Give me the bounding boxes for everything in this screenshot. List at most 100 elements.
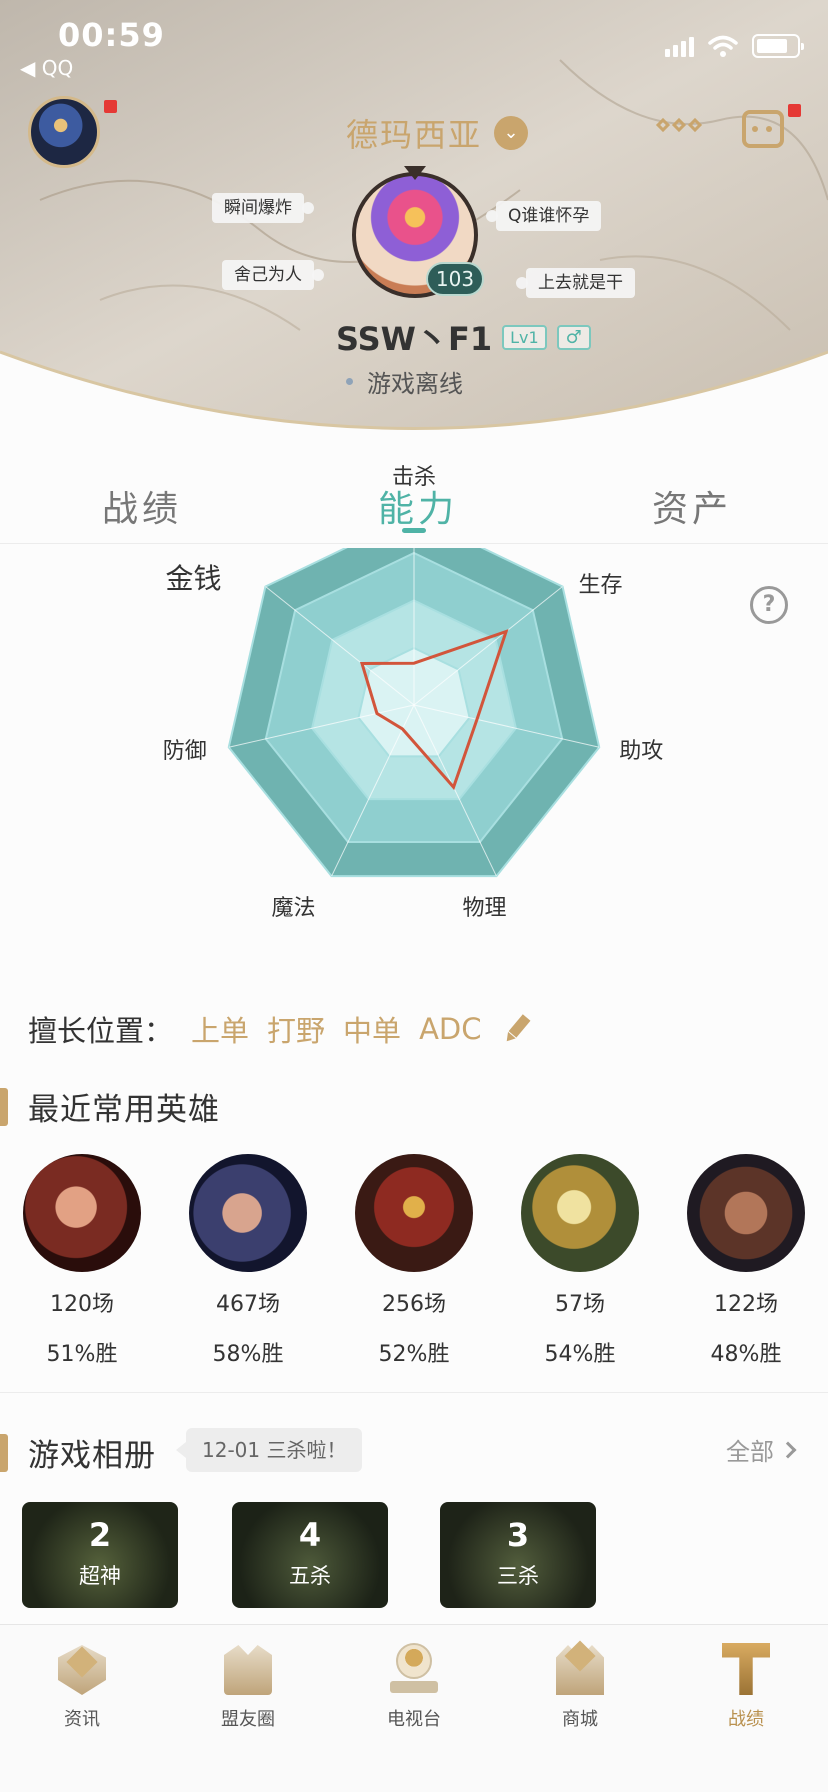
chevron-right-icon — [779, 1441, 797, 1458]
view-all-label: 全部 — [726, 1438, 774, 1466]
hero-avatar — [687, 1154, 805, 1272]
gender-male-icon: ♂ — [556, 324, 591, 350]
records-icon — [718, 1641, 774, 1697]
nickname-row: SSW丶F1 Lv1 ♂ — [336, 314, 591, 360]
position-jungle: 打野 — [267, 1014, 326, 1048]
impression-tag[interactable]: 上去就是干 — [516, 268, 635, 298]
edit-pencil-icon[interactable] — [499, 1010, 537, 1048]
nav-tv-station[interactable]: 电视台 — [354, 1641, 474, 1731]
hero-games: 57场 — [555, 1292, 605, 1317]
position-adc: ADC — [419, 1012, 482, 1046]
hero-avatar — [189, 1154, 307, 1272]
recent-heroes-header: 最近常用英雄 — [0, 1084, 220, 1129]
hero-card[interactable]: 57场 54%胜 — [510, 1154, 650, 1368]
nav-label: 电视台 — [387, 1709, 441, 1730]
nav-label: 商城 — [562, 1709, 598, 1730]
radar-label-physical: 物理 — [462, 896, 507, 922]
status-icons — [665, 34, 804, 58]
battery-icon — [752, 34, 804, 58]
radar-label-magic: 魔法 — [271, 896, 316, 922]
hero-win-rate: 51%胜 — [46, 1342, 118, 1367]
recent-heroes-title: 最近常用英雄 — [28, 1092, 220, 1128]
position-top: 上单 — [191, 1014, 250, 1048]
hero-card[interactable]: 122场 48%胜 — [676, 1154, 816, 1368]
positions-label: 擅长位置： — [28, 1014, 174, 1048]
online-status: 游戏离线 — [346, 364, 463, 399]
nav-news[interactable]: 资讯 — [22, 1641, 142, 1731]
online-status-text: 游戏离线 — [367, 370, 463, 398]
album-count: 3 — [506, 1516, 530, 1554]
friends-circle-icon — [220, 1641, 276, 1697]
impression-tag[interactable]: Q谁谁怀孕 — [485, 201, 602, 231]
news-shield-icon — [54, 1641, 110, 1697]
recent-heroes-list: 120场 51%胜 467场 58%胜 256场 52%胜 57场 54%胜 1… — [0, 1154, 828, 1374]
hero-games: 256场 — [382, 1292, 446, 1317]
radar-label-gold: 金钱 — [165, 561, 222, 595]
hero-avatar — [521, 1154, 639, 1272]
album-card-godlike[interactable]: 2 超神 — [22, 1502, 178, 1608]
back-to-qq-link[interactable]: ◀ QQ — [20, 56, 73, 80]
preferred-positions: 擅长位置： 上单 打野 中单 ADC — [28, 1008, 529, 1050]
view-all-link[interactable]: 全部 — [726, 1432, 797, 1467]
message-icon[interactable] — [742, 110, 784, 148]
hero-win-rate: 54%胜 — [544, 1342, 616, 1367]
player-avatar-small[interactable] — [28, 96, 100, 168]
radar-label-survival: 生存 — [578, 572, 623, 598]
game-album-header: 游戏相册 — [0, 1430, 156, 1475]
album-tip-bubble: 12-01 三杀啦！ — [175, 1428, 363, 1472]
hero-win-rate: 48%胜 — [710, 1342, 782, 1367]
hero-games: 122场 — [714, 1292, 778, 1317]
tv-station-icon — [386, 1641, 442, 1697]
radar-label-defense: 防御 — [162, 739, 207, 765]
hero-games: 120场 — [50, 1292, 114, 1317]
section-accent-bar — [0, 1433, 8, 1472]
server-name: 德玛西亚 — [346, 116, 483, 154]
nav-label: 资讯 — [64, 1709, 100, 1730]
album-card-triple-kill[interactable]: 3 三杀 — [440, 1502, 596, 1608]
album-card-penta-kill[interactable]: 4 五杀 — [232, 1502, 388, 1608]
account-level-badge: 103 — [426, 262, 484, 296]
ability-radar-chart — [227, 548, 601, 878]
section-accent-bar — [0, 1087, 8, 1126]
album-label: 三杀 — [497, 1564, 539, 1588]
radar-label-kill: 击杀 — [392, 465, 437, 490]
hero-avatar — [23, 1154, 141, 1272]
hero-win-rate: 58%胜 — [212, 1342, 284, 1367]
shop-icon — [552, 1640, 608, 1697]
hero-avatar — [355, 1154, 473, 1272]
position-mid: 中单 — [343, 1014, 402, 1048]
player-nickname: SSW丶F1 — [336, 320, 493, 358]
album-count: 2 — [88, 1516, 112, 1554]
nav-friends-circle[interactable]: 盟友圈 — [188, 1641, 308, 1731]
hero-card[interactable]: 256场 52%胜 — [344, 1154, 484, 1368]
album-count: 4 — [298, 1516, 322, 1554]
profile-header: 00:59 ◀ QQ 德玛西亚 ⌄ 瞬间爆炸 舍己为人 Q谁谁怀孕 上去就是干 … — [0, 0, 828, 455]
album-label: 超神 — [79, 1564, 121, 1588]
nav-records[interactable]: 战绩 — [686, 1641, 806, 1731]
nav-label: 战绩 — [728, 1709, 764, 1730]
album-label: 五杀 — [289, 1564, 331, 1588]
nav-shop[interactable]: 商城 — [520, 1640, 640, 1731]
chevron-down-icon: ⌄ — [494, 116, 529, 150]
more-options-icon[interactable] — [655, 117, 703, 133]
wifi-icon — [708, 35, 738, 57]
tab-records[interactable]: 战绩 — [102, 480, 182, 532]
active-tab-indicator — [402, 528, 426, 533]
user-level-badge: Lv1 — [502, 324, 547, 350]
bottom-navigation: 资讯 盟友圈 电视台 商城 战绩 — [0, 1624, 828, 1792]
status-dot — [346, 378, 353, 385]
nav-label: 盟友圈 — [221, 1709, 275, 1730]
radar-label-assist: 助攻 — [619, 739, 664, 765]
hero-card[interactable]: 467场 58%胜 — [178, 1154, 318, 1368]
notification-dot — [104, 100, 117, 113]
impression-tag[interactable]: 舍己为人 — [222, 260, 324, 290]
message-notification-dot — [788, 104, 801, 117]
impression-tag[interactable]: 瞬间爆炸 — [212, 193, 314, 223]
section-divider — [0, 1392, 828, 1393]
server-selector[interactable]: 德玛西亚 ⌄ — [346, 110, 529, 156]
signal-icon — [665, 35, 694, 57]
tab-assets[interactable]: 资产 — [652, 480, 732, 532]
hero-games: 467场 — [216, 1292, 280, 1317]
hero-win-rate: 52%胜 — [378, 1342, 450, 1367]
hero-card[interactable]: 120场 51%胜 — [12, 1154, 152, 1368]
